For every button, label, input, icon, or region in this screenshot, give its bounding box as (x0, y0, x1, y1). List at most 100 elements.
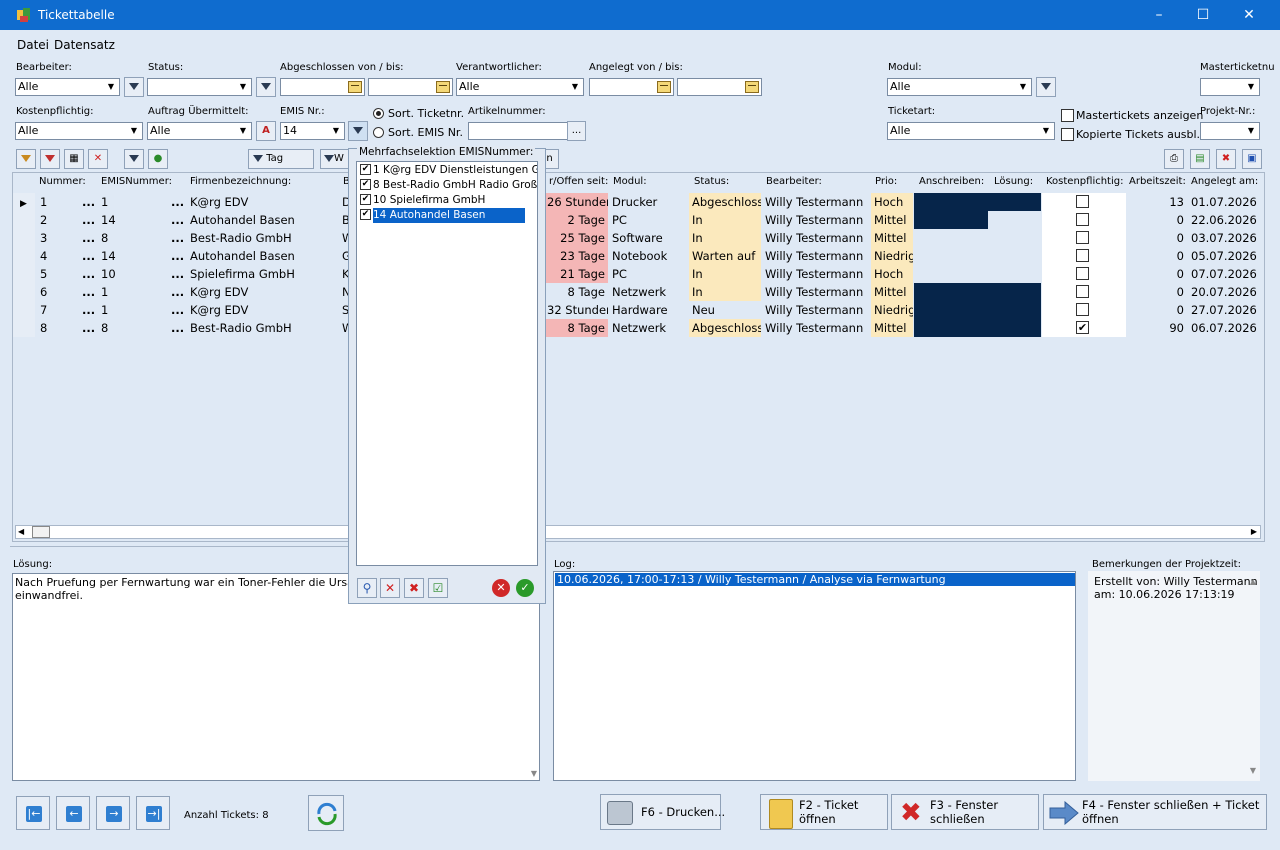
scroll-down-icon[interactable]: ▼ (531, 769, 537, 778)
nr-browse-button[interactable]: ... (79, 265, 95, 283)
nr-browse-button[interactable]: ... (79, 319, 95, 337)
abgeschlossen-bis-field[interactable] (368, 78, 453, 96)
save-icon[interactable]: ▣ (1242, 149, 1262, 169)
masterticket-combo[interactable]: ▼ (1200, 78, 1260, 96)
kostenpflichtig-checkbox[interactable]: ✔ (1076, 321, 1089, 334)
col-angelegt[interactable]: Angelegt am: (1191, 176, 1258, 187)
col-arbeitszeit[interactable]: Arbeitszeit: (1129, 176, 1186, 187)
font-a-icon[interactable]: A (256, 121, 276, 141)
maximize-button[interactable]: ☐ (1180, 0, 1226, 30)
nr-browse-button[interactable]: ... (79, 211, 95, 229)
status-combo[interactable]: ▼ (147, 78, 252, 96)
minimize-button[interactable]: – (1136, 0, 1182, 30)
bearbeiter-filter-button[interactable] (124, 77, 144, 97)
nr-browse-button[interactable]: ... (79, 193, 95, 211)
calendar-icon[interactable] (745, 81, 759, 93)
kostenpflichtig-combo[interactable]: Alle ▼ (15, 122, 143, 140)
nr-browse-button[interactable]: ... (79, 283, 95, 301)
user-filter-icon[interactable]: ● (148, 149, 168, 169)
table-row[interactable]: ...... 5 10 Spielefirma GmbH K 21 Tage PC In Wil… (13, 265, 1264, 283)
open-ticket-button[interactable]: F2 - Ticket öffnen (760, 794, 888, 830)
col-offen[interactable]: r/Offen seit: (549, 176, 608, 187)
filter-icon[interactable] (124, 149, 144, 169)
save-filter-icon[interactable]: ▦ (64, 149, 84, 169)
emis-list-item[interactable]: ✔ 10 Spielefirma GmbH (357, 193, 537, 208)
kostenpflichtig-checkbox[interactable] (1076, 213, 1089, 226)
table-row[interactable]: ...... 7 1 K@rg EDV S 32 Stunden Hardware Neu Wi… (13, 301, 1264, 319)
close-window-button[interactable]: ✕ (1226, 0, 1272, 30)
cancel-icon[interactable]: ✕ (492, 579, 510, 597)
delete-row-icon[interactable]: ✖ (1216, 149, 1236, 169)
print-button[interactable]: F6 - Drucken... (600, 794, 725, 830)
emis-browse-button[interactable]: ... (168, 301, 184, 319)
scroll-down-icon[interactable]: ▼ (1250, 766, 1256, 775)
bearbeiter-combo[interactable]: Alle ▼ (15, 78, 120, 96)
clear-filter-icon[interactable] (40, 149, 60, 169)
row-selector[interactable] (13, 265, 35, 283)
sort-emis-radio[interactable] (373, 127, 384, 138)
row-selector[interactable]: ▶ (13, 193, 35, 211)
nr-browse-button[interactable]: ... (79, 247, 95, 265)
table-row[interactable]: ...... 2 14 Autohandel Basen B 2 Tage PC In Will… (13, 211, 1264, 229)
mastertickets-checkbox[interactable] (1061, 109, 1074, 122)
clear-icon[interactable]: ✕ (380, 578, 400, 598)
row-selector[interactable] (13, 211, 35, 229)
tag-filter-button[interactable]: Tag (248, 149, 314, 169)
scroll-up-icon[interactable]: ▲ (1250, 577, 1256, 586)
abgeschlossen-von-field[interactable] (280, 78, 365, 96)
last-record-button[interactable]: →| (136, 796, 170, 830)
table-row[interactable]: ......88Best-Radio GmbHW8 TageNetzwerkAb… (13, 319, 1264, 337)
calendar-icon[interactable] (657, 81, 671, 93)
prev-record-button[interactable]: ← (56, 796, 90, 830)
emis-browse-button[interactable]: ... (168, 319, 184, 337)
col-kosten[interactable]: Kostenpflichtig: (1046, 176, 1123, 187)
next-record-button[interactable]: → (96, 796, 130, 830)
modul-filter-button[interactable] (1036, 77, 1056, 97)
emis-browse-button[interactable]: ... (168, 211, 184, 229)
kostenpflichtig-checkbox[interactable] (1076, 285, 1089, 298)
artikel-browse-button[interactable]: ... (567, 121, 586, 141)
close-and-open-button[interactable]: F4 - Fenster schließen + Ticket öffnen (1043, 794, 1267, 830)
table-row[interactable]: ...... 4 14 Autohandel Basen G 23 Tage Noteboo… (13, 247, 1264, 265)
week-filter-button[interactable]: W (320, 149, 350, 169)
table-row[interactable]: ......38Best-Radio GmbHW25 TageSoftwareI… (13, 229, 1264, 247)
edit-filter-icon[interactable] (16, 149, 36, 169)
emis-list-item[interactable]: ✔8 Best-Radio GmbH Radio Großhan (357, 178, 537, 193)
kostenpflichtig-checkbox[interactable] (1076, 231, 1089, 244)
row-selector[interactable] (13, 229, 35, 247)
calendar-icon[interactable] (348, 81, 362, 93)
menu-datei[interactable]: Datei (17, 38, 49, 52)
loesung-textarea[interactable]: Nach Pruefung per Fernwartung war ein To… (12, 573, 540, 781)
scroll-right-icon[interactable]: ▶ (1251, 527, 1257, 536)
col-modul[interactable]: Modul: (613, 176, 647, 187)
export-icon[interactable]: ▤ (1190, 149, 1210, 169)
row-selector[interactable] (13, 283, 35, 301)
col-status[interactable]: Status: (694, 176, 729, 187)
angelegt-von-field[interactable] (589, 78, 674, 96)
horizontal-scrollbar[interactable]: ◀ ▶ (15, 525, 1261, 539)
artikel-input[interactable] (468, 122, 568, 140)
refresh-button[interactable] (308, 795, 344, 831)
emis-list-item[interactable]: ✔1 K@rg EDV Dienstleistungen Gmb (357, 163, 537, 178)
calendar-icon[interactable] (436, 81, 450, 93)
col-anschreiben[interactable]: Anschreiben: (919, 176, 984, 187)
projekt-combo[interactable]: ▼ (1200, 122, 1260, 140)
row-selector[interactable] (13, 319, 35, 337)
emis-browse-button[interactable]: ... (168, 247, 184, 265)
emis-list[interactable]: ✔1 K@rg EDV Dienstleistungen Gmb✔8 Best-… (356, 161, 538, 566)
kopierte-checkbox[interactable] (1061, 128, 1074, 141)
status-filter-button[interactable] (256, 77, 276, 97)
table-row[interactable]: ...... 6 1 K@rg EDV N 8 Tage Netzwerk In Willy T… (13, 283, 1264, 301)
emis-combo[interactable]: 14 ▼ (280, 122, 345, 140)
angelegt-bis-field[interactable] (677, 78, 762, 96)
kostenpflichtig-checkbox[interactable] (1076, 267, 1089, 280)
col-bearbeiter[interactable]: Bearbeiter: (766, 176, 822, 187)
col-loesung[interactable]: Lösung: (994, 176, 1033, 187)
col-firma[interactable]: Firmenbezeichnung: (190, 176, 291, 187)
menu-datensatz[interactable]: Datensatz (54, 38, 115, 52)
verantwortlicher-combo[interactable]: Alle ▼ (456, 78, 584, 96)
print-icon[interactable]: ⎙ (1164, 149, 1184, 169)
kostenpflichtig-checkbox[interactable] (1076, 195, 1089, 208)
col-prio[interactable]: Prio: (875, 176, 897, 187)
uncheck-all-icon[interactable]: ✖ (404, 578, 424, 598)
